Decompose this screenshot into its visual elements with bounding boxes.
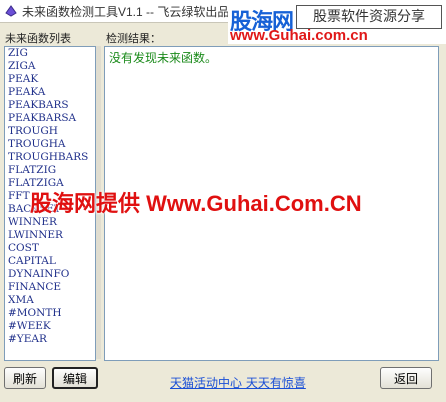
function-list-label: 未来函数列表 <box>5 32 71 45</box>
window-title: 未来函数检测工具V1.1 -- 飞云绿软出品 <box>22 5 230 19</box>
list-item[interactable]: TROUGHBARS <box>5 151 95 164</box>
watermark-url: www.Guhai.com.cn <box>230 27 368 44</box>
list-item[interactable]: ZIGA <box>5 60 95 73</box>
list-item[interactable]: FLATZIG <box>5 164 95 177</box>
list-item[interactable]: TROUGHA <box>5 138 95 151</box>
list-item[interactable]: LWINNER <box>5 229 95 242</box>
list-item[interactable]: PEAK <box>5 73 95 86</box>
result-label: 检测结果： <box>106 32 161 45</box>
list-item[interactable]: PEAKBARSA <box>5 112 95 125</box>
list-item[interactable]: DYNAINFO <box>5 268 95 281</box>
list-item[interactable]: TROUGH <box>5 125 95 138</box>
result-text: 没有发现未来函数。 <box>109 51 218 65</box>
list-item[interactable]: FINANCE <box>5 281 95 294</box>
app-icon <box>5 5 17 17</box>
list-item[interactable]: #WEEK <box>5 320 95 333</box>
back-button[interactable]: 返回 <box>380 367 432 389</box>
watermark-banner: 股海网 股票软件资源分享 www.Guhai.com.cn <box>228 0 446 44</box>
refresh-button[interactable]: 刷新 <box>4 367 46 389</box>
ad-link[interactable]: 天猫活动中心 天天有惊喜 <box>170 374 306 391</box>
watermark-slogan: 股票软件资源分享 <box>296 5 442 29</box>
list-item[interactable]: #YEAR <box>5 333 95 346</box>
edit-button[interactable]: 编辑 <box>52 367 98 389</box>
list-item[interactable]: PEAKBARS <box>5 99 95 112</box>
list-item[interactable]: ZIG <box>5 47 95 60</box>
watermark-center: 股海网提供 Www.Guhai.Com.CN <box>30 191 362 216</box>
list-item[interactable]: COST <box>5 242 95 255</box>
list-item[interactable]: CAPITAL <box>5 255 95 268</box>
list-item[interactable]: PEAKA <box>5 86 95 99</box>
list-item[interactable]: XMA <box>5 294 95 307</box>
list-item[interactable]: #MONTH <box>5 307 95 320</box>
